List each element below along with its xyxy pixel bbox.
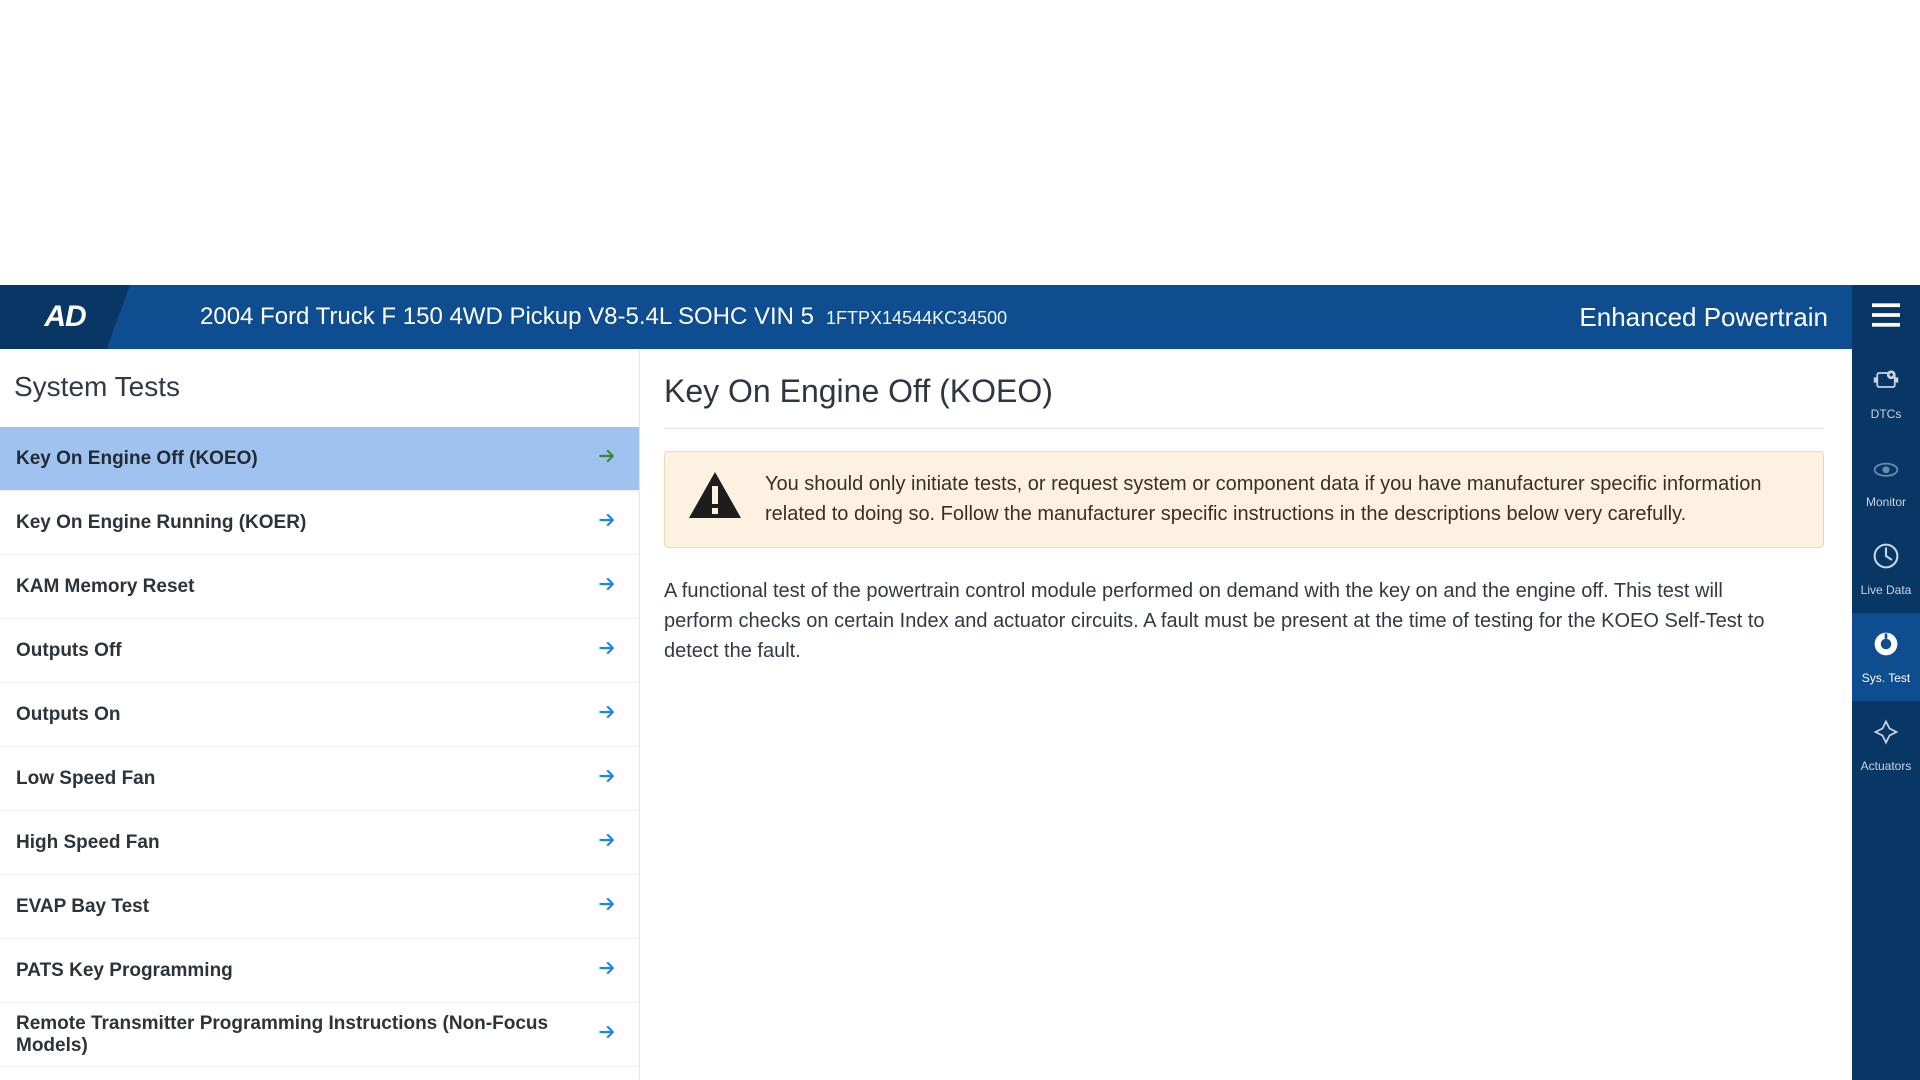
test-item[interactable]: PATS Key Programming — [0, 939, 639, 1003]
logo-text: AD — [44, 300, 85, 334]
divider — [664, 428, 1824, 429]
vehicle-vin: 1FTPX14544KC34500 — [826, 308, 1007, 329]
arrow-right-icon — [597, 702, 617, 727]
test-item-label: Outputs On — [16, 704, 120, 726]
top-bar: AD 2004 Ford Truck F 150 4WD Pickup V8-5… — [0, 285, 1920, 349]
whitespace-top — [0, 0, 1920, 285]
nav-actuators[interactable]: Actuators — [1852, 701, 1920, 789]
nav-label: DTCs — [1871, 407, 1902, 421]
warning-box: You should only initiate tests, or reque… — [664, 451, 1824, 548]
arrow-right-icon — [597, 638, 617, 663]
test-item[interactable]: KAM Memory Reset — [0, 555, 639, 619]
live-data-icon — [1872, 542, 1900, 575]
test-item[interactable]: Outputs On — [0, 683, 639, 747]
arrow-right-icon — [597, 510, 617, 535]
monitor-icon — [1872, 454, 1900, 487]
arrow-right-icon — [597, 446, 617, 471]
sidebar-title: System Tests — [0, 349, 639, 427]
test-item-label: Low Speed Fan — [16, 768, 155, 790]
content-panel: Key On Engine Off (KOEO) You should only… — [640, 349, 1852, 1080]
arrow-right-icon — [597, 958, 617, 983]
vehicle-description: 2004 Ford Truck F 150 4WD Pickup V8-5.4L… — [200, 303, 814, 331]
vehicle-info: 2004 Ford Truck F 150 4WD Pickup V8-5.4L… — [200, 303, 1007, 331]
test-item[interactable]: Low Speed Fan — [0, 747, 639, 811]
arrow-right-icon — [597, 574, 617, 599]
menu-button[interactable] — [1852, 285, 1920, 349]
nav-live-data[interactable]: Live Data — [1852, 525, 1920, 613]
arrow-right-icon — [597, 830, 617, 855]
arrow-right-icon — [597, 894, 617, 919]
nav-dtcs[interactable]: DTCs — [1852, 349, 1920, 437]
dtcs-icon — [1872, 366, 1900, 399]
test-item[interactable]: High Speed Fan — [0, 811, 639, 875]
warning-icon — [687, 470, 743, 525]
test-item-label: KAM Memory Reset — [16, 576, 194, 598]
test-item[interactable]: EVAP Bay Test — [0, 875, 639, 939]
nav-monitor[interactable]: Monitor — [1852, 437, 1920, 525]
nav-label: Monitor — [1866, 495, 1906, 509]
arrow-right-icon — [597, 766, 617, 791]
tests-list: Key On Engine Off (KOEO) Key On Engine Ru… — [0, 427, 639, 1067]
arrow-right-icon — [597, 1022, 617, 1047]
body: System Tests Key On Engine Off (KOEO)Key… — [0, 349, 1920, 1080]
content-description: A functional test of the powertrain cont… — [664, 576, 1794, 666]
test-item-label: EVAP Bay Test — [16, 896, 149, 918]
sidebar-tests: System Tests Key On Engine Off (KOEO)Key… — [0, 349, 640, 1080]
test-item[interactable]: Key On Engine Off (KOEO) — [0, 427, 639, 491]
test-item-label: PATS Key Programming — [16, 960, 233, 982]
mode-label: Enhanced Powertrain — [1579, 302, 1828, 333]
content-title: Key On Engine Off (KOEO) — [664, 373, 1824, 410]
nav-label: Actuators — [1861, 759, 1912, 773]
sys-test-icon — [1872, 630, 1900, 663]
nav-label: Sys. Test — [1862, 671, 1910, 685]
test-item[interactable]: Outputs Off — [0, 619, 639, 683]
test-item-label: Key On Engine Running (KOER) — [16, 512, 306, 534]
test-item-label: Key On Engine Off (KOEO) — [16, 448, 258, 470]
test-item-label: Outputs Off — [16, 640, 122, 662]
test-item[interactable]: Key On Engine Running (KOER) — [0, 491, 639, 555]
nav-sys-test[interactable]: Sys. Test — [1852, 613, 1920, 701]
right-nav: DTCs Monitor Live Data Sys. Test Actuators — [1852, 349, 1920, 1080]
hamburger-icon — [1872, 303, 1900, 332]
actuators-icon — [1872, 718, 1900, 751]
test-item[interactable]: Remote Transmitter Programming Instructi… — [0, 1003, 639, 1067]
test-item-label: High Speed Fan — [16, 832, 160, 854]
logo: AD — [0, 285, 130, 349]
test-item-label: Remote Transmitter Programming Instructi… — [16, 1013, 597, 1057]
warning-text: You should only initiate tests, or reque… — [765, 470, 1801, 529]
nav-label: Live Data — [1861, 583, 1912, 597]
